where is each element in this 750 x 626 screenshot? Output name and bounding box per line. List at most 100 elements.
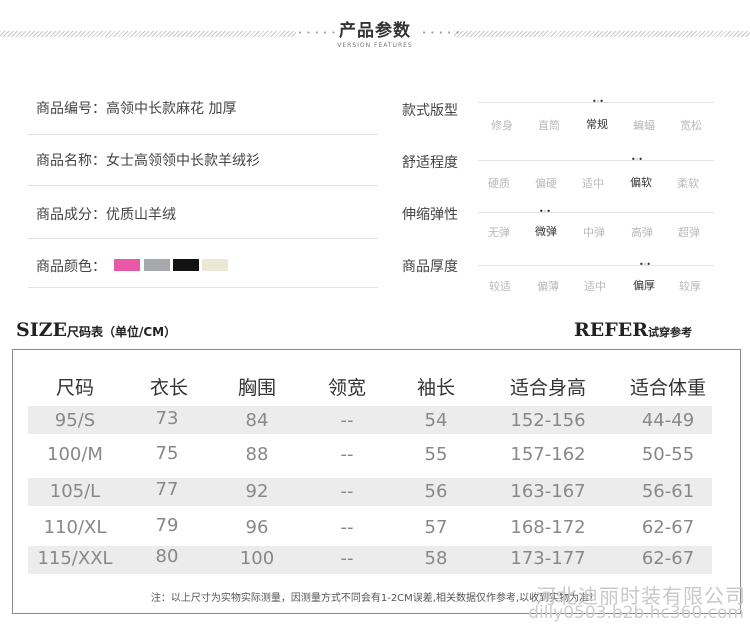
spec-marker-icon: •·• — [592, 97, 604, 106]
divider — [28, 287, 378, 288]
color-swatch-black — [173, 259, 199, 271]
table-header-cell: 胸围 — [237, 377, 276, 399]
table-cell: 75 — [155, 443, 179, 464]
table-cell: 96 — [245, 517, 269, 538]
page-subtitle: VERSION FEATURES — [337, 42, 413, 49]
table-header-cell: 领宽 — [327, 377, 366, 399]
divider — [28, 185, 378, 186]
table-header-cell: 尺码 — [55, 377, 94, 399]
divider — [28, 238, 378, 239]
info-label: 商品名称： — [36, 153, 106, 169]
spec-option: 蝙蝠 — [633, 119, 655, 132]
spec-option: 高弹 — [631, 226, 653, 239]
size-title-rest: 尺码表（单位/CM） — [66, 325, 177, 339]
spec-option-selected: 偏厚 — [633, 279, 655, 292]
spec-option-selected: 微弹 — [535, 225, 557, 238]
size-table-title: SIZE尺码表（单位/CM） — [16, 319, 176, 341]
info-value: 高领中长款麻花 加厚 — [106, 101, 237, 117]
info-item-material: 商品成分：优质山羊绒 — [36, 204, 176, 224]
table-cell: 73 — [155, 408, 179, 429]
table-cell: 79 — [155, 515, 179, 536]
table-cell: -- — [340, 444, 354, 465]
spec-option: 修身 — [491, 119, 513, 132]
spec-label-elasticity: 伸缩弹性 — [402, 207, 458, 223]
spec-option: 较适 — [489, 280, 511, 293]
refer-title-rest: 试穿参考 — [648, 326, 693, 339]
spec-option: 宽松 — [680, 119, 702, 132]
info-value: 女士高领领中长款羊绒衫 — [106, 153, 260, 169]
spec-option: 超弹 — [678, 226, 700, 239]
table-cell: 157-162 — [510, 444, 586, 465]
table-cell: 84 — [245, 410, 269, 431]
table-cell: 62-67 — [641, 517, 695, 538]
info-item-code: 商品编号：高领中长款麻花 加厚 — [36, 98, 236, 118]
table-header-cell: 适合体重 — [629, 377, 706, 399]
table-header-cell: 衣长 — [149, 377, 188, 399]
table-header-cell: 袖长 — [416, 377, 455, 399]
table-cell: 92 — [245, 481, 269, 502]
table-cell: 163-167 — [510, 481, 586, 502]
info-label: 商品颜色： — [36, 259, 106, 275]
table-cell: 173-177 — [510, 548, 586, 569]
watermark-url: dilly0503.b2b.hc360.com — [528, 603, 744, 623]
table-cell: 44-49 — [641, 410, 695, 431]
spec-option: 直筒 — [538, 119, 560, 132]
spec-marker-icon: •·• — [631, 155, 643, 164]
table-cell: 56-61 — [641, 481, 695, 502]
spec-scale-line — [478, 160, 714, 161]
table-cell: 77 — [155, 479, 179, 500]
spec-label-comfort: 舒适程度 — [402, 155, 458, 171]
spec-scale-line — [478, 265, 714, 266]
spec-option: 较厚 — [679, 280, 701, 293]
color-swatch-pink — [114, 259, 140, 271]
info-item-name: 商品名称：女士高领领中长款羊绒衫 — [36, 150, 260, 170]
info-label: 商品编号： — [36, 101, 106, 117]
table-cell: 168-172 — [510, 517, 586, 538]
spec-option: 偏硬 — [535, 177, 557, 190]
page-title: 产品参数 — [339, 21, 411, 41]
spec-option: 中弹 — [583, 226, 605, 239]
color-swatch-beige — [202, 259, 228, 271]
spec-option: 偏薄 — [537, 280, 559, 293]
table-cell: 58 — [424, 548, 448, 569]
table-cell: 100 — [239, 548, 275, 569]
table-cell: 56 — [424, 481, 448, 502]
table-cell: 152-156 — [510, 410, 586, 431]
table-cell: -- — [340, 548, 354, 569]
table-cell: 54 — [424, 410, 448, 431]
spec-option: 柔软 — [677, 177, 699, 190]
info-value: 优质山羊绒 — [106, 207, 176, 223]
table-cell: 95/S — [54, 410, 96, 431]
size-title-main: SIZE — [16, 319, 67, 341]
spec-option-selected: 常规 — [586, 118, 608, 131]
table-cell: 50-55 — [641, 444, 695, 465]
refer-title: REFER试穿参考 — [574, 319, 692, 341]
divider — [28, 134, 378, 135]
spec-option: 适中 — [584, 280, 606, 293]
table-cell: 80 — [155, 546, 179, 567]
spec-option: 适中 — [582, 177, 604, 190]
info-label: 商品成分： — [36, 207, 106, 223]
info-item-color: 商品颜色： — [36, 256, 106, 276]
table-cell: 115/XXL — [37, 548, 113, 569]
table-cell: 62-67 — [641, 548, 695, 569]
refer-title-main: REFER — [574, 319, 649, 341]
spec-label-thickness: 商品厚度 — [402, 259, 458, 275]
spec-option-selected: 偏软 — [630, 176, 652, 189]
spec-scale-line — [478, 212, 714, 213]
table-cell: -- — [340, 410, 354, 431]
spec-marker-icon: •·• — [639, 260, 651, 269]
table-cell: -- — [340, 481, 354, 502]
spec-label-style: 款式版型 — [402, 103, 458, 119]
table-header-cell: 适合身高 — [509, 377, 586, 399]
table-cell: 105/L — [49, 481, 101, 502]
table-cell: 100/M — [47, 444, 103, 465]
table-cell: -- — [340, 517, 354, 538]
table-cell: 55 — [424, 444, 448, 465]
spec-option: 无弹 — [488, 226, 510, 239]
spec-option: 硬质 — [488, 177, 510, 190]
spec-marker-icon: •·• — [539, 207, 551, 216]
table-cell: 57 — [424, 517, 448, 538]
table-cell: 88 — [245, 444, 269, 465]
table-cell: 110/XL — [43, 517, 107, 538]
